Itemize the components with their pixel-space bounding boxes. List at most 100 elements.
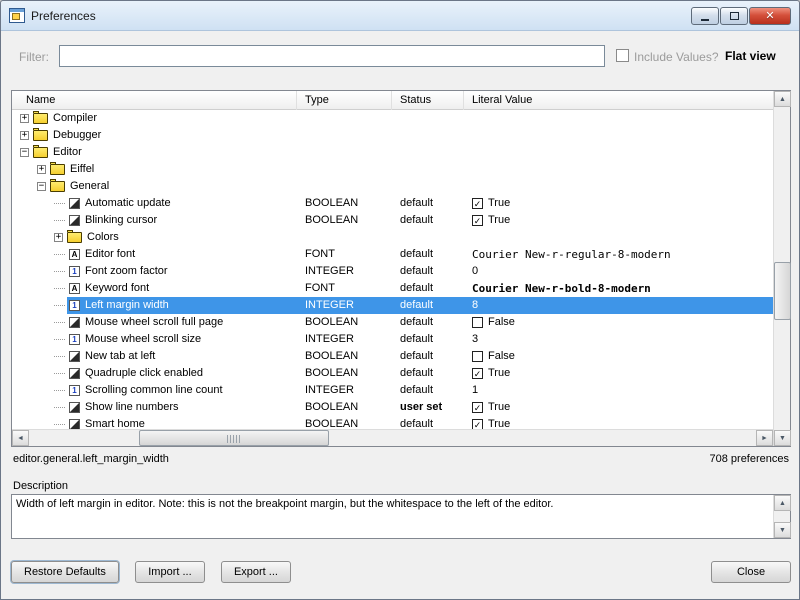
expand-icon[interactable]: + <box>20 131 29 140</box>
preference-type: BOOLEAN <box>297 314 390 331</box>
close-dialog-button[interactable]: Close <box>711 561 791 583</box>
close-icon: ✕ <box>765 11 774 22</box>
tree-row[interactable]: 1Left margin widthINTEGERdefault8 <box>12 297 773 314</box>
selected-preference-path: editor.general.left_margin_width <box>13 453 169 469</box>
value-checkbox[interactable] <box>472 351 483 362</box>
name-cell: +Compiler <box>12 110 295 127</box>
preference-value: False <box>464 314 773 331</box>
preference-name: New tab at left <box>85 350 155 362</box>
preference-status: default <box>392 280 462 297</box>
preference-name: Editor font <box>85 248 135 260</box>
description-text: Width of left margin in editor. Note: th… <box>16 498 768 511</box>
tree-row[interactable]: 1Font zoom factorINTEGERdefault0 <box>12 263 773 280</box>
description-scroll-up-icon[interactable]: ▲ <box>774 495 791 511</box>
tree-row[interactable]: −Editor <box>12 144 773 161</box>
column-header-literal-value[interactable]: Literal Value <box>464 91 773 110</box>
tree-row[interactable]: +Colors <box>12 229 773 246</box>
preference-value: ✓ True <box>464 399 773 416</box>
value-checkbox[interactable]: ✓ <box>472 402 483 413</box>
minimize-icon <box>701 19 709 21</box>
tree-row[interactable]: Quadruple click enabledBOOLEANdefault✓Tr… <box>12 365 773 382</box>
font-preference-icon: A <box>69 283 80 294</box>
tree-line <box>54 390 65 391</box>
preference-value: ✓True <box>464 416 773 429</box>
description-scrollbar[interactable]: ▲ ▼ <box>773 495 790 538</box>
boolean-preference-icon <box>69 419 80 429</box>
preference-type: BOOLEAN <box>297 365 390 382</box>
expand-icon[interactable]: + <box>37 165 46 174</box>
close-button[interactable]: ✕ <box>749 7 791 25</box>
name-cell: AEditor font <box>12 246 295 263</box>
tree-row[interactable]: Show line numbersBOOLEANuser set✓True <box>12 399 773 416</box>
value-checkbox[interactable]: ✓ <box>472 419 483 429</box>
preference-value: False <box>464 348 773 365</box>
filter-input[interactable] <box>59 45 605 67</box>
tree-row[interactable]: Automatic updateBOOLEANdefault✓True <box>12 195 773 212</box>
value-checkbox[interactable]: ✓ <box>472 215 483 226</box>
column-header-status[interactable]: Status <box>392 91 464 110</box>
tree-row[interactable]: Mouse wheel scroll full pageBOOLEANdefau… <box>12 314 773 331</box>
preference-value <box>464 127 773 144</box>
tree-row[interactable]: Smart homeBOOLEANdefault✓True <box>12 416 773 429</box>
titlebar: Preferences ✕ <box>1 1 799 31</box>
collapse-icon[interactable]: − <box>20 148 29 157</box>
preference-value: 0 <box>464 263 773 280</box>
tree-line <box>54 373 65 374</box>
name-cell: New tab at left <box>12 348 295 365</box>
preference-name: Mouse wheel scroll size <box>85 333 201 345</box>
integer-preference-icon: 1 <box>69 266 80 277</box>
tree-row[interactable]: AKeyword fontFONTdefaultCourier New-r-bo… <box>12 280 773 297</box>
tree-row[interactable]: Blinking cursorBOOLEANdefault✓True <box>12 212 773 229</box>
import-button[interactable]: Import ... <box>135 561 205 583</box>
preferences-window: Preferences ✕ Filter: Include Values? Fl… <box>0 0 800 600</box>
tree-line <box>54 288 65 289</box>
tree-row[interactable]: −General <box>12 178 773 195</box>
description-box: Width of left margin in editor. Note: th… <box>11 494 791 539</box>
preference-name: Debugger <box>53 129 101 141</box>
tree-row[interactable]: + Debugger <box>12 127 773 144</box>
folder-icon <box>50 181 65 192</box>
column-header-name[interactable]: Name <box>12 91 297 110</box>
vertical-scroll-thumb[interactable] <box>774 262 791 320</box>
flat-view-button[interactable]: Flat view <box>725 49 776 63</box>
name-cell: AKeyword font <box>12 280 295 297</box>
export-button[interactable]: Export ... <box>221 561 291 583</box>
preference-value <box>464 178 773 195</box>
vertical-scroll-track[interactable] <box>774 107 790 430</box>
scroll-left-arrow-icon[interactable]: ◄ <box>12 430 29 446</box>
include-values-checkbox[interactable] <box>616 49 629 62</box>
value-checkbox[interactable]: ✓ <box>472 368 483 379</box>
preference-name: Smart home <box>85 418 145 429</box>
tree-row[interactable]: 1Mouse wheel scroll sizeINTEGERdefault3 <box>12 331 773 348</box>
preference-status: default <box>392 416 462 429</box>
preference-name: Scrolling common line count <box>85 384 223 396</box>
value-checkbox[interactable] <box>472 317 483 328</box>
expand-icon[interactable]: + <box>54 233 63 242</box>
maximize-button[interactable] <box>720 7 748 25</box>
preference-type: FONT <box>297 246 390 263</box>
scroll-up-arrow-icon[interactable]: ▲ <box>774 91 791 107</box>
scroll-down-arrow-icon[interactable]: ▼ <box>774 430 791 446</box>
value-checkbox[interactable]: ✓ <box>472 198 483 209</box>
name-cell: 1Left margin width <box>12 297 295 314</box>
tree-row[interactable]: +Compiler <box>12 110 773 127</box>
horizontal-scroll-track[interactable] <box>29 430 756 446</box>
tree-row[interactable]: +Eiffel <box>12 161 773 178</box>
tree-row[interactable]: 1Scrolling common line countINTEGERdefau… <box>12 382 773 399</box>
scroll-right-arrow-icon[interactable]: ► <box>756 430 773 446</box>
expand-icon[interactable]: + <box>20 114 29 123</box>
boolean-preference-icon <box>69 198 80 209</box>
restore-defaults-button[interactable]: Restore Defaults <box>11 561 119 583</box>
horizontal-scroll-thumb[interactable] <box>139 430 329 446</box>
column-header-type[interactable]: Type <box>297 91 392 110</box>
vertical-scrollbar[interactable]: ▲ ▼ <box>773 91 790 446</box>
tree-row[interactable]: New tab at leftBOOLEANdefaultFalse <box>12 348 773 365</box>
preference-type <box>297 229 390 246</box>
minimize-button[interactable] <box>691 7 719 25</box>
value-label: True <box>488 401 510 413</box>
tree-row[interactable]: AEditor fontFONTdefaultCourier New-r-reg… <box>12 246 773 263</box>
description-scroll-down-icon[interactable]: ▼ <box>774 522 791 538</box>
tree-line <box>54 203 65 204</box>
collapse-icon[interactable]: − <box>37 182 46 191</box>
horizontal-scrollbar[interactable]: ◄ ► <box>12 429 773 446</box>
